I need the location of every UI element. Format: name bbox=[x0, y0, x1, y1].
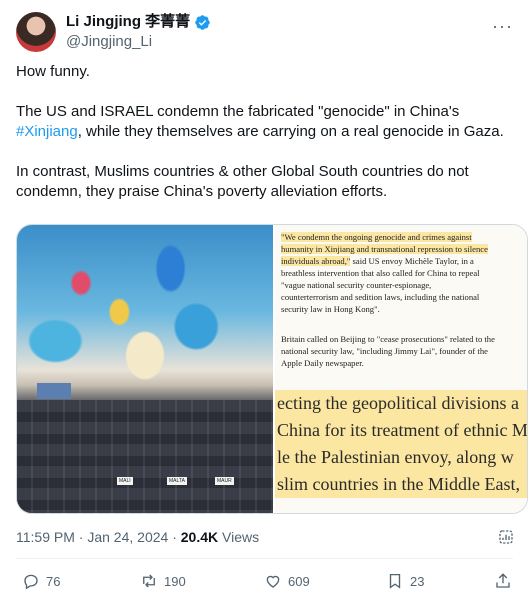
seat-nameplate: MALI bbox=[117, 477, 133, 485]
bookmark-button[interactable]: 23 bbox=[386, 572, 424, 590]
avatar[interactable] bbox=[16, 12, 56, 52]
article-text: said US envoy Michèle Taylor, in a bbox=[350, 256, 474, 266]
highlighted-text: "We condemn the ongoing genocide and cri… bbox=[281, 232, 472, 242]
action-bar: 76 190 609 23 bbox=[16, 572, 513, 594]
article-enlarged-excerpt: ecting the geopolitical divisions a Chin… bbox=[275, 390, 527, 498]
screen-display bbox=[37, 383, 71, 399]
article-text: security law in Hong Kong". bbox=[281, 304, 380, 314]
enlarged-line: ecting the geopolitical divisions a bbox=[275, 390, 527, 417]
article-paragraph: Britain called on Beijing to "cease pros… bbox=[281, 333, 525, 369]
repost-count: 190 bbox=[164, 573, 186, 589]
article-text: breathless intervention that also called… bbox=[281, 268, 480, 278]
tweet-media[interactable]: MALI MALTA MAUR "We condemn the ongoing … bbox=[16, 224, 528, 514]
seat-nameplate: MALTA bbox=[167, 477, 187, 485]
enlarged-line: le the Palestinian envoy, along w bbox=[275, 444, 527, 471]
article-text: Britain called on Beijing to "cease pros… bbox=[281, 334, 495, 344]
article-text: "vague national security counter-espiona… bbox=[281, 280, 432, 290]
tweet-line: How funny. bbox=[16, 63, 90, 80]
article-quote: "We condemn the ongoing genocide and cri… bbox=[281, 231, 525, 315]
post-date[interactable]: Jan 24, 2024 bbox=[87, 529, 168, 545]
tweet-line: , while they themselves are carrying on … bbox=[77, 123, 504, 140]
seat-nameplate: MAUR bbox=[215, 477, 234, 485]
tweet-header: Li Jingjing 李菁菁 @Jingjing_Li ··· bbox=[16, 12, 513, 52]
enlarged-line: slim countries in the Middle East, bbox=[275, 471, 527, 498]
display-name[interactable]: Li Jingjing 李菁菁 bbox=[66, 12, 190, 32]
repost-button[interactable]: 190 bbox=[140, 572, 186, 590]
highlighted-text: individuals abroad," bbox=[281, 256, 351, 266]
like-button[interactable]: 609 bbox=[264, 572, 310, 590]
tweet-paragraph-2: The US and ISRAEL condemn the fabricated… bbox=[16, 102, 521, 142]
meta-separator: · bbox=[74, 529, 88, 545]
article-screenshot[interactable]: "We condemn the ongoing genocide and cri… bbox=[275, 225, 527, 513]
post-time[interactable]: 11:59 PM bbox=[16, 529, 75, 545]
un-council-photo[interactable]: MALI MALTA MAUR bbox=[17, 225, 273, 513]
like-count: 609 bbox=[288, 573, 310, 589]
divider bbox=[16, 558, 513, 559]
article-text: national security law, "including Jimmy … bbox=[281, 346, 488, 356]
tweet-line: condemn, they praise China's poverty all… bbox=[16, 183, 388, 200]
tweet-line: In contrast, Muslims countries & other G… bbox=[16, 163, 469, 180]
views-label: Views bbox=[218, 529, 260, 545]
tweet-paragraph-1: How funny. bbox=[16, 62, 521, 82]
views-count: 20.4K bbox=[180, 529, 219, 545]
tweet-meta: 11:59 PM · Jan 24, 2024 · 20.4K Views bbox=[16, 527, 259, 547]
share-icon bbox=[496, 573, 510, 588]
delegate-seats bbox=[17, 400, 273, 513]
bookmark-count: 23 bbox=[410, 573, 425, 589]
enlarged-line: China for its treatment of ethnic M bbox=[275, 417, 527, 444]
analytics-icon[interactable] bbox=[497, 528, 515, 546]
hashtag-link[interactable]: #Xinjiang bbox=[16, 123, 78, 140]
highlighted-text: humanity in Xinjiang and transnational r… bbox=[281, 244, 488, 254]
tweet-line: The US and ISRAEL condemn the fabricated… bbox=[16, 103, 460, 120]
name-row: Li Jingjing 李菁菁 bbox=[66, 12, 211, 32]
reply-icon bbox=[24, 574, 38, 590]
more-options-icon[interactable]: ··· bbox=[492, 16, 513, 37]
share-button[interactable] bbox=[494, 572, 512, 590]
tweet-text: How funny. The US and ISRAEL condemn the… bbox=[16, 62, 521, 222]
repost-icon bbox=[143, 574, 155, 588]
reply-count: 76 bbox=[46, 573, 61, 589]
verified-badge-icon bbox=[195, 14, 210, 30]
tweet-paragraph-3: In contrast, Muslims countries & other G… bbox=[16, 162, 521, 202]
heart-icon bbox=[266, 575, 280, 588]
bookmark-icon bbox=[389, 573, 401, 589]
article-text: counterterrorism and sedition laws, incl… bbox=[281, 292, 480, 302]
handle[interactable]: @Jingjing_Li bbox=[66, 32, 152, 52]
meta-separator: · bbox=[168, 529, 181, 545]
article-text: Apple Daily newspaper. bbox=[281, 358, 364, 368]
reply-button[interactable]: 76 bbox=[22, 572, 60, 590]
